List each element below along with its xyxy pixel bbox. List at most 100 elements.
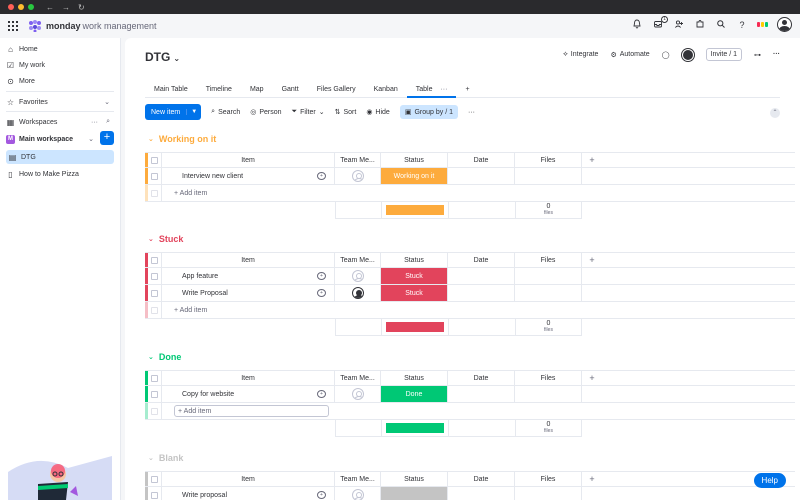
chevron-down-icon[interactable]: ⌄	[148, 353, 154, 361]
chat-button[interactable]: ◯	[662, 51, 670, 59]
add-update-icon[interactable]: +	[317, 289, 326, 297]
automate-button[interactable]: ⚙ Automate	[610, 51, 649, 59]
status-cell[interactable]: Stuck	[381, 285, 448, 301]
tab-table[interactable]: Table ···	[406, 82, 457, 98]
column-header-date[interactable]: Date	[448, 371, 515, 385]
reload-icon[interactable]: ↻	[78, 3, 85, 12]
search-icon[interactable]: ⌕	[106, 118, 110, 126]
add-to-workspace-button[interactable]: +	[100, 131, 114, 145]
add-update-icon[interactable]: +	[317, 172, 326, 180]
files-cell[interactable]	[515, 268, 582, 284]
date-cell[interactable]	[448, 285, 515, 301]
row-checkbox[interactable]	[148, 185, 162, 201]
status-summary-bar[interactable]	[381, 420, 448, 437]
sidebar-board-pizza[interactable]: ▯ How to Make Pizza	[6, 167, 114, 181]
board-title[interactable]: DTG ⌄	[145, 50, 180, 64]
status-cell[interactable]: Done	[381, 386, 448, 402]
column-header-status[interactable]: Status	[381, 472, 448, 486]
group-header[interactable]: ⌄ Working on it	[145, 132, 795, 146]
column-header-team[interactable]: Team Me...	[335, 153, 381, 167]
column-header-item[interactable]: Item	[162, 253, 335, 267]
new-item-button[interactable]: New item ▼	[145, 104, 202, 120]
table-row[interactable]: Write proposal +	[145, 487, 795, 500]
column-header-team[interactable]: Team Me...	[335, 472, 381, 486]
row-checkbox[interactable]	[148, 487, 162, 500]
add-column-button[interactable]: +	[582, 153, 602, 167]
add-item-cell[interactable]: + Add item	[162, 302, 642, 318]
sidebar-board-dtg[interactable]: ▤ DTG	[6, 150, 114, 164]
column-header-item[interactable]: Item	[162, 371, 335, 385]
column-header-status[interactable]: Status	[381, 371, 448, 385]
collapse-header-icon[interactable]: ⌃	[770, 108, 780, 118]
column-header-files[interactable]: Files	[515, 153, 582, 167]
status-summary-bar[interactable]	[381, 319, 448, 336]
date-cell[interactable]	[448, 386, 515, 402]
select-all-checkbox[interactable]	[148, 371, 162, 385]
add-item-label[interactable]: + Add item	[174, 307, 207, 314]
table-row[interactable]: Copy for website + Done	[145, 386, 795, 403]
close-window-button[interactable]	[8, 4, 14, 10]
add-column-button[interactable]: +	[582, 253, 602, 267]
add-item-row[interactable]: + Add item	[145, 403, 795, 420]
team-member-cell[interactable]	[335, 168, 381, 184]
column-header-item[interactable]: Item	[162, 153, 335, 167]
chevron-down-icon[interactable]: ⌄	[88, 135, 94, 143]
table-row[interactable]: Interview new client + Working on it	[145, 168, 795, 185]
group-title[interactable]: Stuck	[159, 234, 184, 244]
chevron-down-icon[interactable]: ⌄	[148, 135, 154, 143]
chevron-down-icon[interactable]: ⌄	[148, 235, 154, 243]
chevron-down-icon[interactable]: ⌄	[173, 54, 180, 63]
apps-puzzle-icon[interactable]	[694, 19, 706, 31]
group-header[interactable]: ⌄ Blank	[145, 451, 795, 465]
item-name-cell[interactable]: App feature +	[162, 268, 335, 284]
table-row[interactable]: App feature + Stuck	[145, 268, 795, 285]
sidebar-item-workspaces[interactable]: ▦ Workspaces ··· ⌕	[6, 115, 114, 129]
chevron-down-icon[interactable]: ⌄	[104, 98, 110, 106]
add-update-icon[interactable]: +	[317, 390, 326, 398]
hide-button[interactable]: ◉ Hide	[366, 108, 390, 117]
add-update-icon[interactable]: +	[317, 491, 326, 499]
inbox-icon[interactable]: 1	[652, 15, 668, 31]
minimize-window-button[interactable]	[18, 4, 24, 10]
team-member-cell[interactable]	[335, 285, 381, 301]
add-item-row[interactable]: + Add item	[145, 302, 795, 319]
column-header-date[interactable]: Date	[448, 253, 515, 267]
item-name-cell[interactable]: Interview new client +	[162, 168, 335, 184]
more-dots-icon[interactable]: ···	[773, 51, 780, 58]
files-cell[interactable]	[515, 285, 582, 301]
help-question-icon[interactable]: ?	[736, 19, 748, 31]
row-checkbox[interactable]	[148, 268, 162, 284]
files-cell[interactable]	[515, 487, 582, 500]
workspace-selector[interactable]: M Main workspace ⌄ +	[6, 131, 114, 146]
team-member-cell[interactable]	[335, 487, 381, 500]
maximize-window-button[interactable]	[28, 4, 34, 10]
invite-members-icon[interactable]	[673, 19, 685, 31]
forward-arrow-icon[interactable]: →	[62, 3, 70, 12]
link-icon[interactable]: ⊶	[754, 51, 761, 59]
column-header-files[interactable]: Files	[515, 472, 582, 486]
add-column-button[interactable]: +	[582, 472, 602, 486]
integrate-button[interactable]: ⟡ Integrate	[563, 51, 598, 59]
monday-product-logo-icon[interactable]	[757, 22, 768, 27]
group-title[interactable]: Working on it	[159, 134, 216, 144]
add-update-icon[interactable]: +	[317, 272, 326, 280]
back-arrow-icon[interactable]: ←	[46, 3, 54, 12]
filter-button[interactable]: ⏷ Filter ⌄	[292, 108, 325, 116]
row-checkbox[interactable]	[148, 285, 162, 301]
sidebar-item-my-work[interactable]: ☑ My work	[6, 58, 114, 72]
item-name-cell[interactable]: Copy for website +	[162, 386, 335, 402]
column-header-item[interactable]: Item	[162, 472, 335, 486]
more-dots-icon[interactable]: ···	[468, 109, 475, 116]
files-cell[interactable]	[515, 386, 582, 402]
item-name-cell[interactable]: Write Proposal +	[162, 285, 335, 301]
invite-button[interactable]: Invite / 1	[705, 48, 742, 61]
help-button[interactable]: Help	[753, 473, 786, 488]
column-header-team[interactable]: Team Me...	[335, 371, 381, 385]
sidebar-item-more[interactable]: ⊙ More	[6, 74, 114, 88]
chevron-down-icon[interactable]: ▼	[186, 109, 201, 115]
tab-map[interactable]: Map	[241, 82, 273, 98]
team-member-cell[interactable]	[335, 268, 381, 284]
select-all-checkbox[interactable]	[148, 472, 162, 486]
team-member-cell[interactable]	[335, 386, 381, 402]
column-header-date[interactable]: Date	[448, 153, 515, 167]
